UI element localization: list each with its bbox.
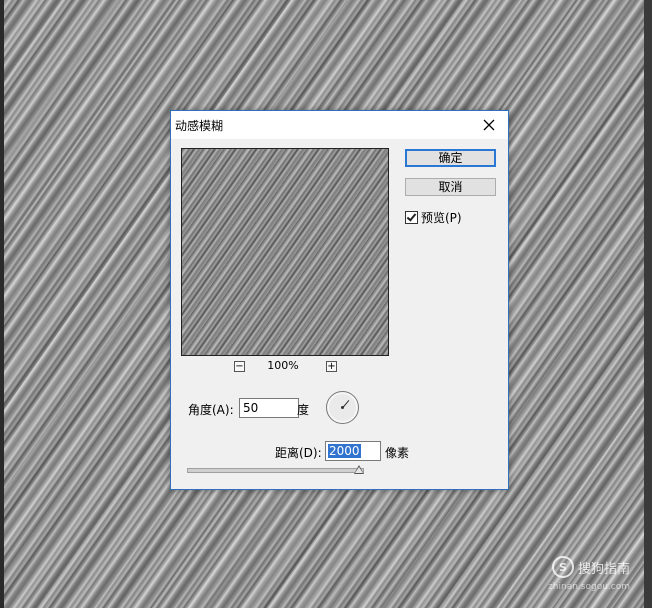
close-button[interactable]: [474, 113, 504, 137]
motion-blur-dialog: 动感模糊 − 100% + 确定 取消 预览(P) 角度(A): 度 距离(D)…: [170, 110, 509, 490]
workspace-left-edge: [0, 0, 4, 608]
zoom-level: 100%: [267, 359, 299, 372]
checkbox-icon[interactable]: [405, 211, 418, 224]
preview-checkbox[interactable]: 预览(P): [405, 209, 462, 226]
angle-dial-icon[interactable]: [326, 391, 359, 424]
dialog-titlebar: 动感模糊: [171, 111, 508, 139]
watermark: S 搜狗指南: [551, 556, 630, 578]
distance-input[interactable]: 2000: [325, 441, 381, 461]
distance-value: 2000: [328, 444, 361, 458]
zoom-in-button[interactable]: +: [326, 361, 337, 372]
cancel-button[interactable]: 取消: [405, 178, 496, 196]
distance-slider-thumb[interactable]: [354, 465, 364, 474]
dialog-title: 动感模糊: [175, 119, 224, 133]
watermark-url: zhinan.sogou.com: [548, 582, 630, 592]
angle-label: 角度(A):: [188, 403, 234, 417]
distance-label: 距离(D):: [275, 446, 322, 460]
distance-slider-track[interactable]: [187, 468, 364, 473]
angle-unit: 度: [297, 403, 310, 417]
angle-input[interactable]: [239, 398, 299, 418]
distance-unit: 像素: [385, 446, 410, 460]
ok-button[interactable]: 确定: [405, 149, 496, 167]
preview-label: 预览(P): [421, 211, 462, 225]
watermark-text: 搜狗指南: [577, 561, 630, 577]
preview-image[interactable]: [181, 148, 389, 356]
close-icon: [483, 119, 495, 131]
workspace-right-edge: [644, 0, 652, 608]
angle-dial-center: [341, 406, 344, 409]
watermark-logo-icon: S: [551, 556, 574, 578]
zoom-out-button[interactable]: −: [234, 361, 245, 372]
